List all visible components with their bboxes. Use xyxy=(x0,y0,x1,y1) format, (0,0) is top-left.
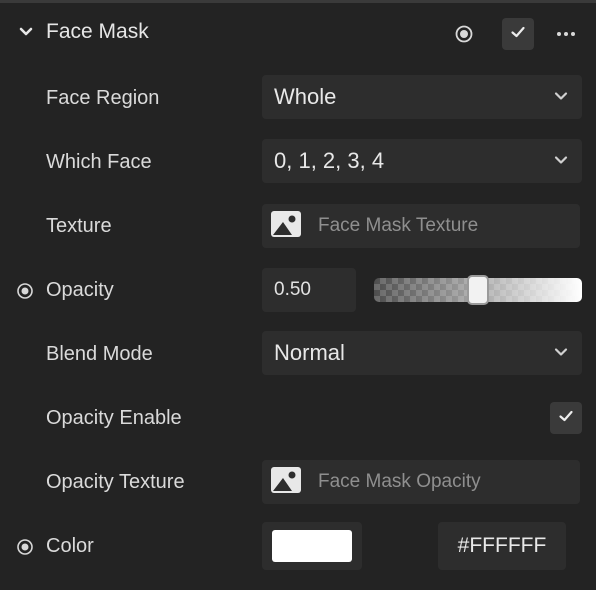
opacity-enable-checkbox[interactable] xyxy=(550,402,582,434)
opacity-slider-thumb[interactable] xyxy=(467,275,489,305)
opacity-texture-label: Opacity Texture xyxy=(46,471,185,493)
blend-mode-dropdown[interactable]: Normal xyxy=(262,331,582,375)
blend-mode-label: Blend Mode xyxy=(46,343,153,365)
enable-component-checkbox[interactable] xyxy=(502,18,534,50)
face-region-label: Face Region xyxy=(46,87,160,109)
face-region-dropdown[interactable]: Whole xyxy=(262,75,582,119)
which-face-value: 0, 1, 2, 3, 4 xyxy=(274,148,385,173)
which-face-dropdown[interactable]: 0, 1, 2, 3, 4 xyxy=(262,139,582,183)
opacity-label: Opacity xyxy=(46,279,114,301)
more-icon[interactable] xyxy=(552,22,580,46)
chevron-down-icon xyxy=(554,152,568,170)
which-face-label: Which Face xyxy=(46,151,152,173)
face-region-value: Whole xyxy=(274,84,337,109)
collapse-chevron-icon[interactable] xyxy=(18,24,34,40)
check-icon xyxy=(509,23,527,46)
opacity-texture-asset-name: Face Mask Opacity xyxy=(318,471,481,492)
color-label: Color xyxy=(46,535,94,557)
texture-label: Texture xyxy=(46,215,112,237)
blend-mode-value: Normal xyxy=(274,340,345,365)
opacity-enable-label: Opacity Enable xyxy=(46,407,182,429)
panel-title: Face Mask xyxy=(46,20,149,43)
check-icon xyxy=(557,407,575,430)
chevron-down-icon xyxy=(554,88,568,106)
opacity-texture-asset-field[interactable]: Face Mask Opacity xyxy=(262,460,580,504)
image-icon xyxy=(270,466,302,499)
color-swatch-button[interactable] xyxy=(262,522,362,570)
top-divider xyxy=(0,0,596,3)
image-icon xyxy=(270,210,302,243)
chevron-down-icon xyxy=(554,344,568,362)
record-icon[interactable] xyxy=(16,538,34,561)
texture-asset-name: Face Mask Texture xyxy=(318,215,479,236)
texture-asset-field[interactable]: Face Mask Texture xyxy=(262,204,580,248)
record-icon[interactable] xyxy=(16,282,34,305)
color-hex-input[interactable]: #FFFFFF xyxy=(438,522,566,570)
color-swatch xyxy=(272,530,352,562)
record-icon[interactable] xyxy=(452,22,476,46)
opacity-input[interactable]: 0.50 xyxy=(262,268,356,312)
